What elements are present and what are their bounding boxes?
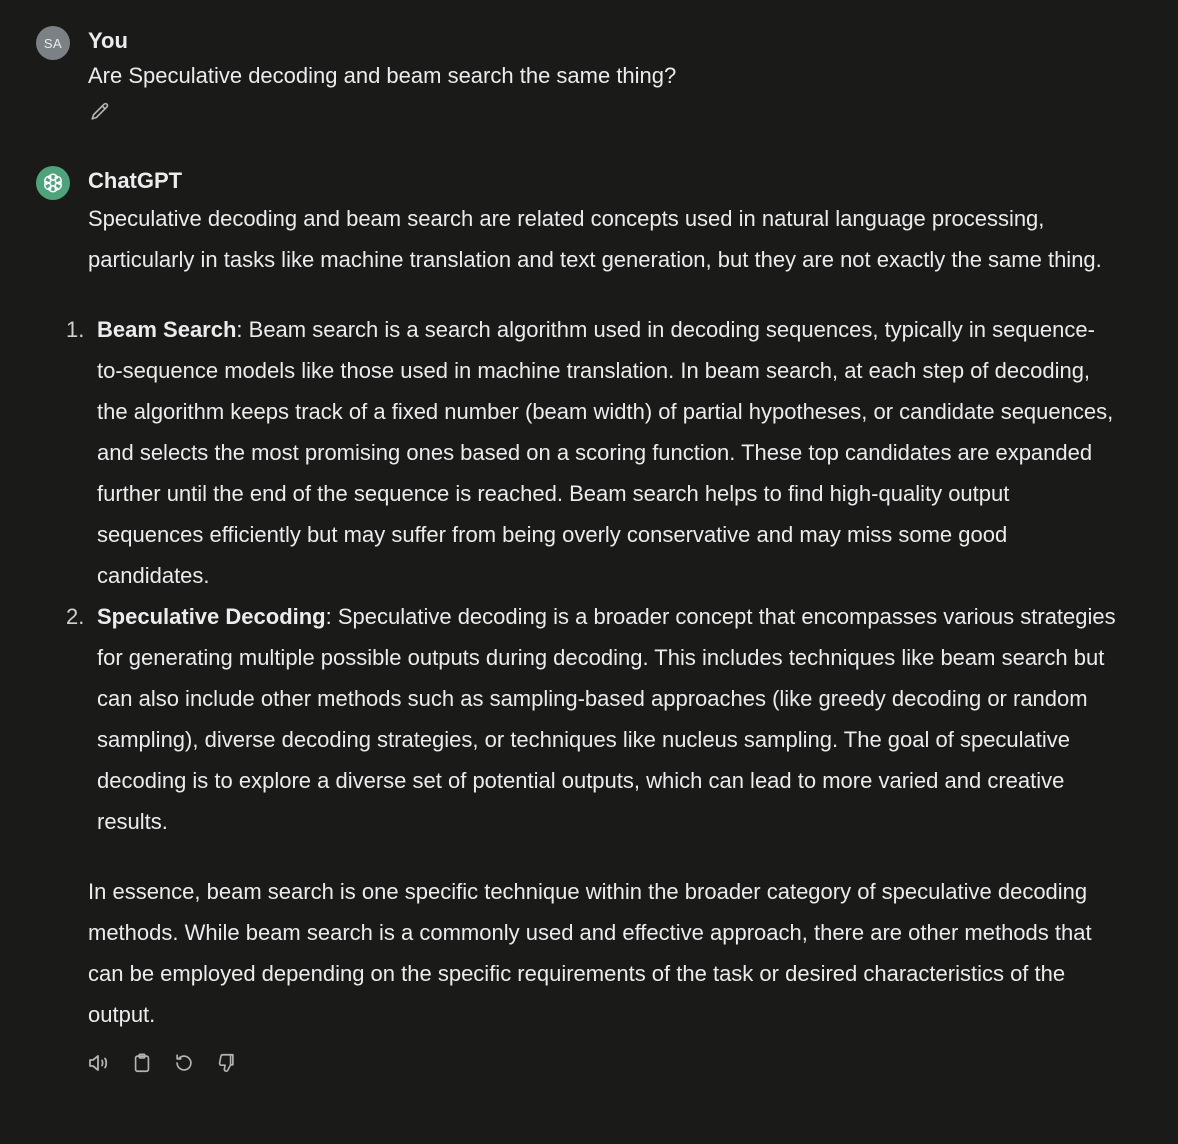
regenerate-button[interactable]: [170, 1049, 198, 1077]
edit-message-button[interactable]: [86, 98, 114, 126]
assistant-avatar: [36, 166, 70, 200]
read-aloud-button[interactable]: [86, 1049, 114, 1077]
user-avatar-initials: SA: [43, 35, 63, 51]
openai-logo-icon: [44, 173, 62, 193]
user-message-content: You Are Speculative decoding and beam se…: [88, 26, 1118, 128]
user-author-name: You: [88, 28, 128, 53]
pencil-icon: [91, 102, 109, 120]
list-item-text: : Speculative decoding is a broader conc…: [97, 604, 1116, 834]
clipboard-icon: [134, 1053, 150, 1073]
assistant-author-name: ChatGPT: [88, 168, 183, 193]
dislike-button[interactable]: [212, 1049, 240, 1077]
list-item-term: Speculative Decoding: [97, 604, 326, 629]
list-item-number: 2.: [66, 604, 85, 629]
user-avatar: SA: [36, 26, 70, 60]
message-actions-bar: [86, 1049, 1118, 1077]
list-item: 2. Speculative Decoding: Speculative deco…: [66, 596, 1118, 842]
copy-button[interactable]: [128, 1049, 156, 1077]
list-item-text: : Beam search is a search algorithm used…: [97, 317, 1114, 588]
user-message-text: Are Speculative decoding and beam search…: [88, 63, 677, 88]
assistant-message-content: ChatGPT Speculative decoding and beam se…: [66, 166, 1118, 1077]
refresh-icon: [176, 1054, 192, 1071]
thumbs-down-icon: [218, 1053, 234, 1072]
list-item: 1. Beam Search: Beam search is a search a…: [66, 309, 1118, 596]
assistant-points-list: 1. Beam Search: Beam search is a search a…: [66, 309, 1118, 842]
list-item-number: 1.: [66, 317, 85, 342]
assistant-intro-paragraph: Speculative decoding and beam search are…: [88, 206, 1102, 272]
assistant-summary-paragraph: In essence, beam search is one specific …: [88, 879, 1092, 1027]
list-item-term: Beam Search: [97, 317, 237, 342]
speaker-icon: [89, 1055, 108, 1071]
